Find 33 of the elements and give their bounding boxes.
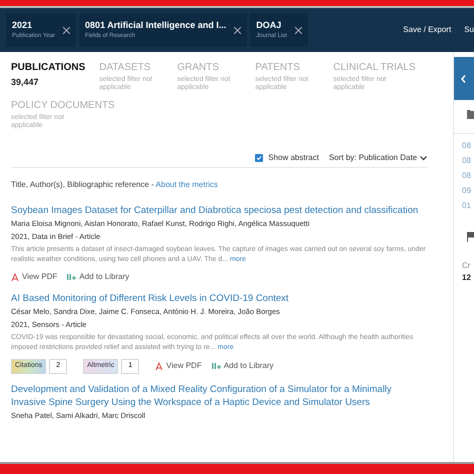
close-icon[interactable]: [294, 26, 302, 34]
column-caption: Title, Author(s), Bibliographic reference - About the metrics: [11, 180, 218, 189]
article-title-link[interactable]: Development and Validation of a Mixed Reality Configuration of a Simulator for a Minimally Invasive Spine Surgery Using the Workspace of a Haptic Device and Simulator Users: [11, 382, 427, 408]
side-code: 08: [462, 170, 472, 182]
article-title-link[interactable]: Soybean Images Dataset for Caterpillar and Diabrotica speciosa pest detection and classification: [11, 204, 427, 217]
close-icon[interactable]: [234, 26, 242, 34]
side-stat-value: 12: [462, 272, 471, 284]
side-code: 09: [462, 185, 472, 197]
show-abstract-label: Show abstract: [268, 152, 319, 164]
close-icon[interactable]: [63, 26, 70, 34]
view-pdf-link[interactable]: View PDF: [11, 271, 58, 283]
side-code: 08: [462, 155, 472, 167]
result-type-tab[interactable]: PUBLICATIONS 39,447: [11, 62, 86, 92]
flag-icon: [467, 232, 474, 242]
about-metrics-link[interactable]: About the metrics: [156, 180, 218, 189]
view-pdf-link[interactable]: View PDF: [155, 360, 202, 372]
article-title-link[interactable]: AI Based Monitoring of Different Risk Levels in COVID-19 Context: [11, 292, 427, 305]
library-add-icon: [67, 273, 76, 281]
side-code: 01: [462, 200, 472, 212]
folder-icon: [467, 109, 474, 119]
pdf-icon: [11, 272, 19, 282]
show-abstract-checkbox[interactable]: [255, 154, 264, 162]
save-export-link[interactable]: Save / Export: [403, 24, 452, 36]
side-stat-label: Cr: [462, 260, 470, 272]
chevron-left-icon: [461, 74, 466, 82]
header-link[interactable]: Su: [464, 24, 474, 36]
side-code: 08: [462, 140, 472, 152]
chevron-down-icon: [420, 156, 427, 160]
pdf-icon: [155, 362, 164, 371]
add-to-library-link[interactable]: Add to Library: [67, 271, 130, 283]
sort-dropdown[interactable]: Sort by: Publication Date: [328, 152, 427, 164]
add-to-library-link[interactable]: Add to Library: [212, 360, 274, 372]
library-add-icon: [212, 362, 221, 370]
